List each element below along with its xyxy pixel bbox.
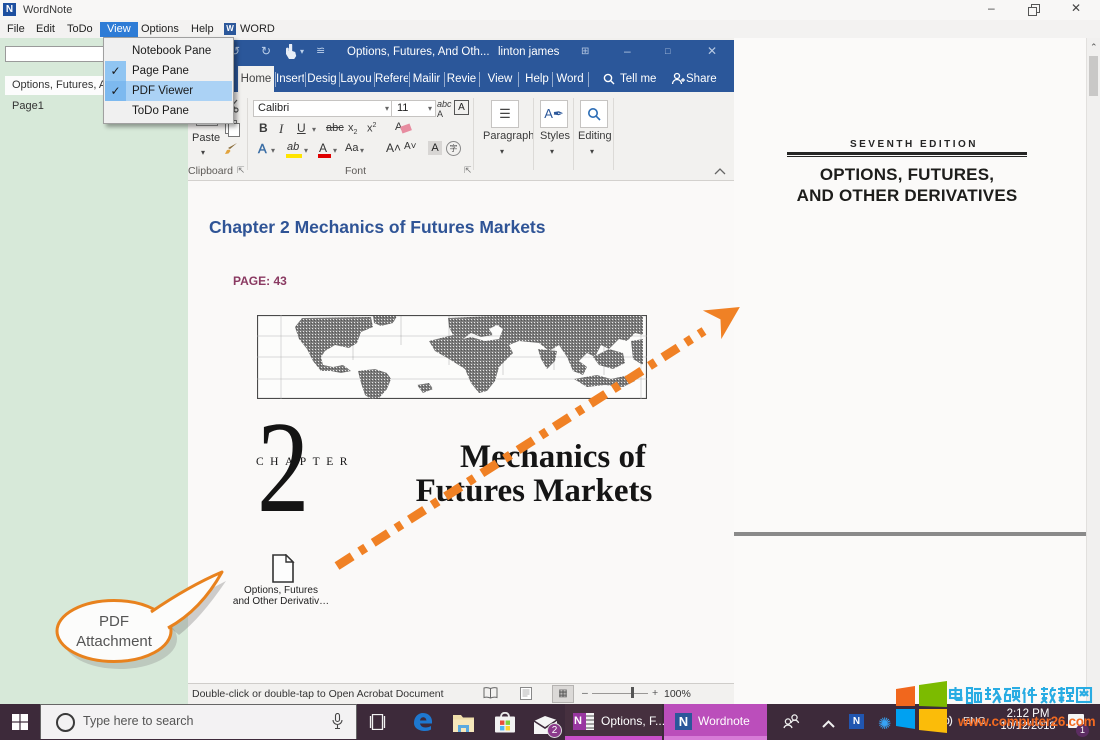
svg-text:Attachment: Attachment — [76, 633, 153, 650]
svg-text:PDF: PDF — [99, 613, 129, 630]
